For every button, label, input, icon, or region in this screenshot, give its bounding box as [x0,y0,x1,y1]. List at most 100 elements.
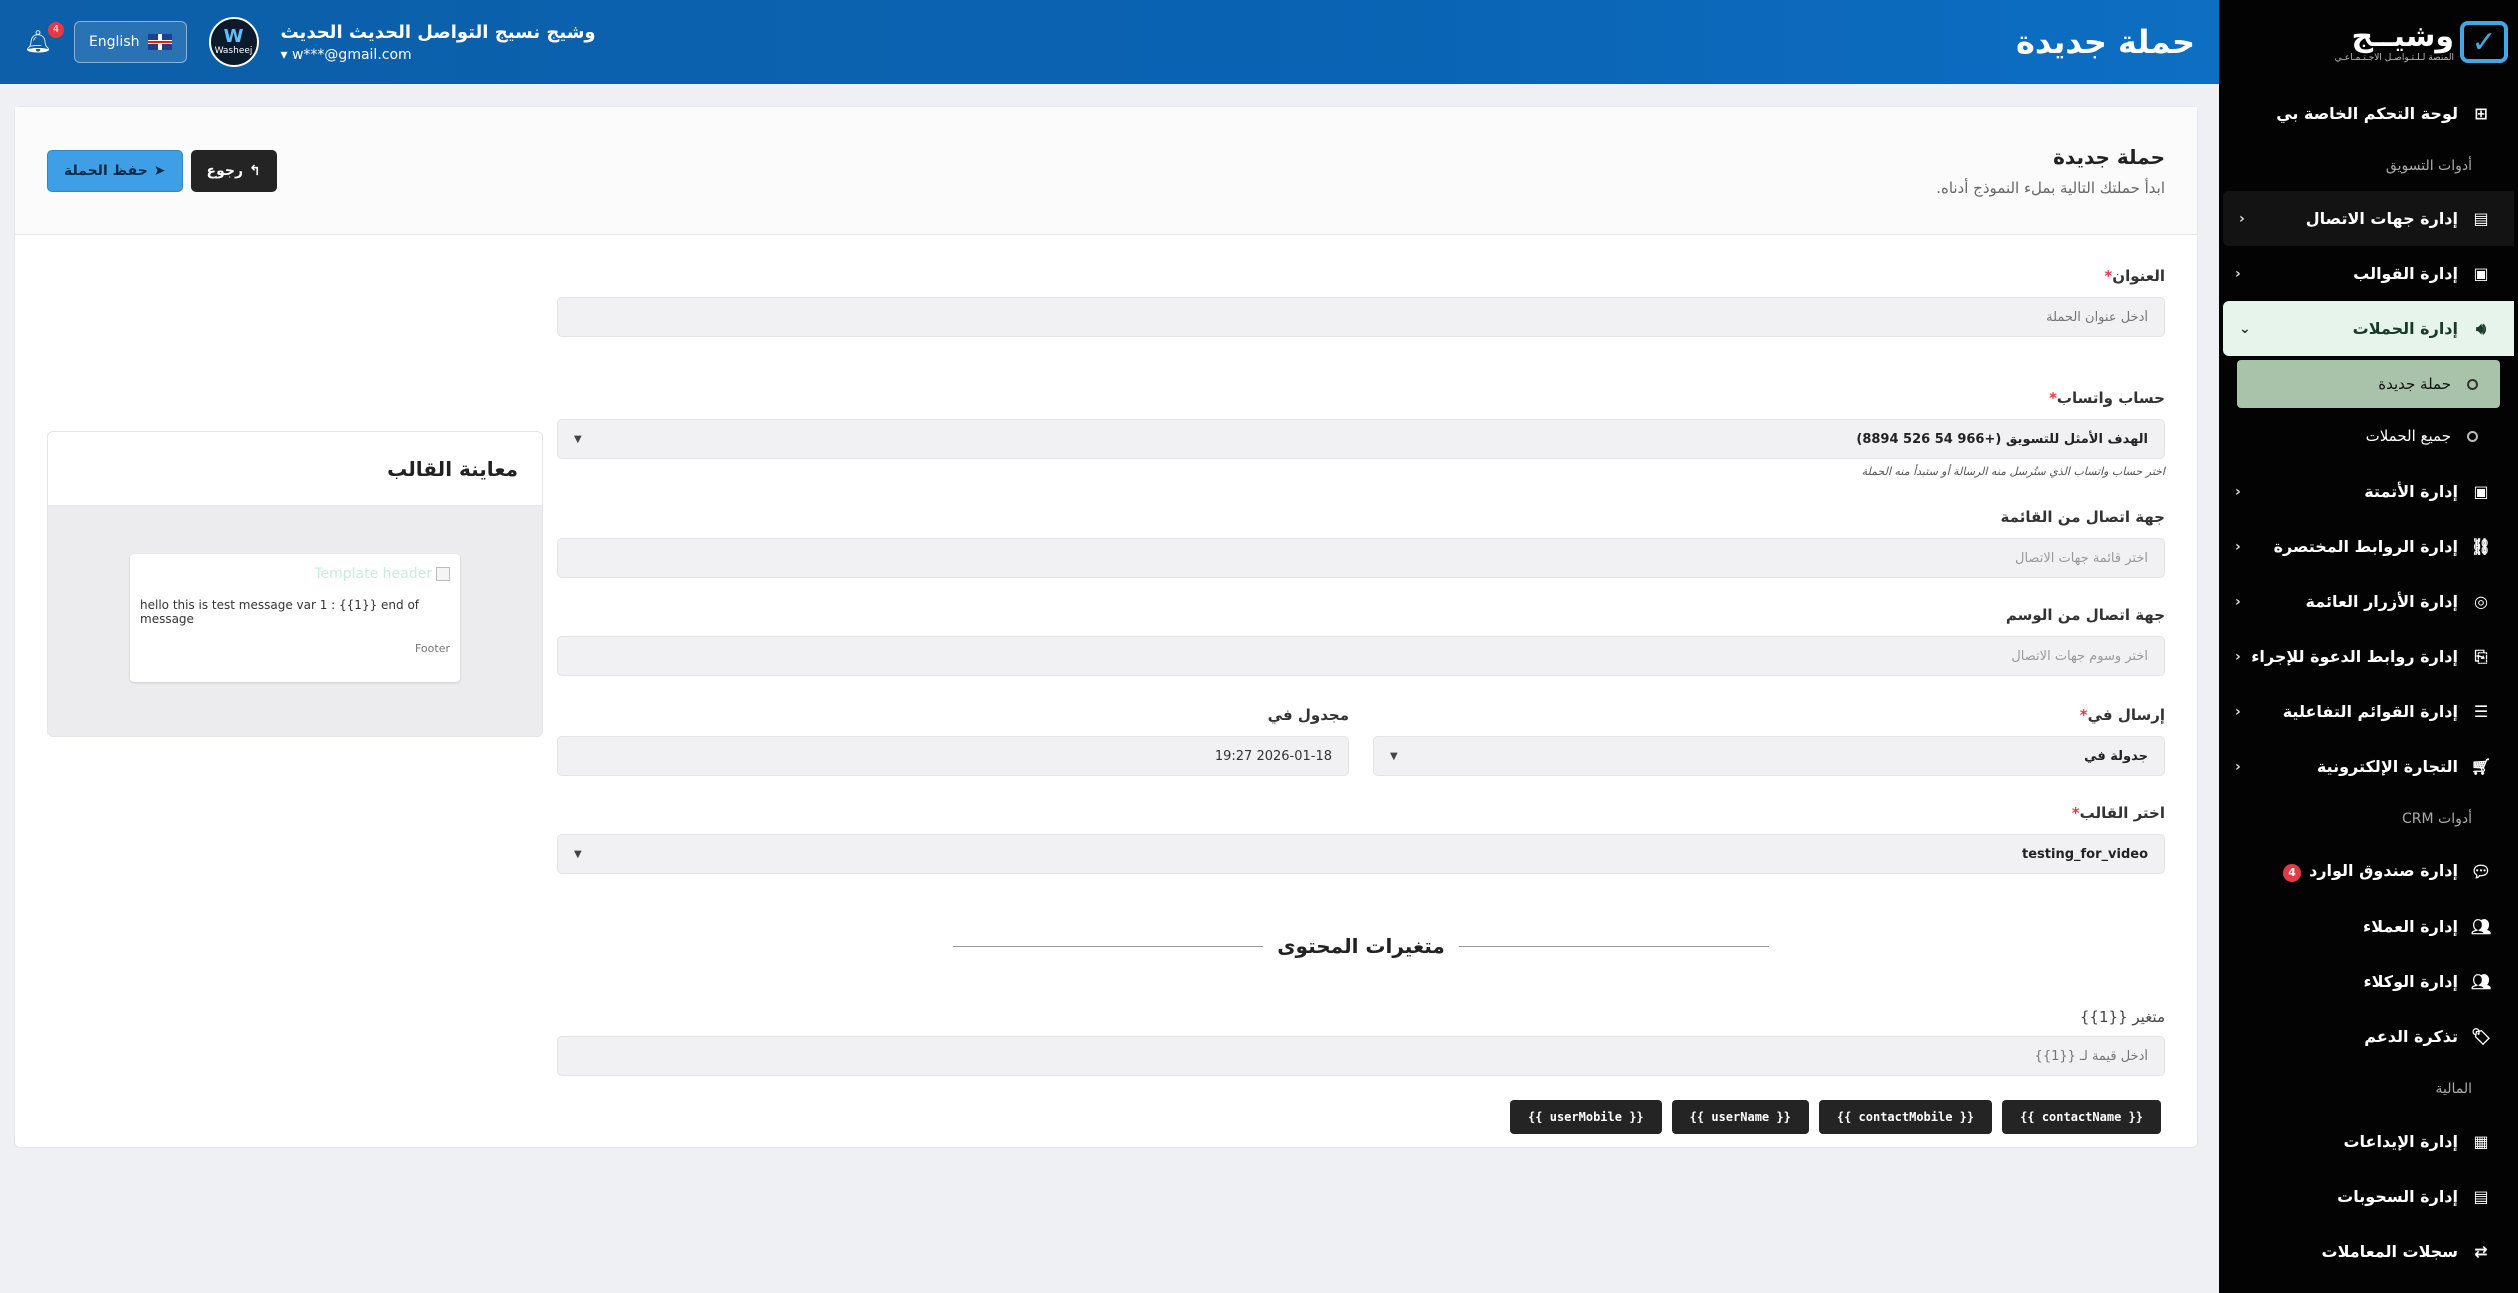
whatsapp-account-select[interactable]: الهدف الأمثل للتسويق (+966 54 526 8894) … [557,419,2165,459]
users-icon: 👥︎ [2470,917,2492,936]
money-icon: ▦ [2473,1132,2489,1151]
paperclip-icon: ⎘ [2474,646,2488,666]
wallet-icon: ▤ [2473,1187,2489,1206]
dashboard-icon: ⊞ [2474,104,2488,123]
megaphone-icon: 🔊︎ [2475,318,2487,338]
contact-tag-field: جهة اتصال من الوسم اختر وسوم جهات الاتصا… [557,606,2165,676]
tag-contact-name[interactable]: {{ contactName }} [2002,1100,2161,1134]
preview-title: معاينة القالب [387,456,518,481]
exchange-icon: ⇄ [2474,1242,2488,1261]
chevron-left-icon: ‹ [2235,265,2241,282]
template-icon: ▣ [2473,264,2489,283]
agents-icon: 👥︎ [2470,972,2492,991]
sidebar-subitem-all-campaigns[interactable]: جميع الحملات [2237,412,2500,460]
variable-tags: {{ contactName }} {{ contactMobile }} {{… [557,1100,2165,1134]
content-variables-title: متغيرات المحتوى [1277,934,1445,958]
chevron-left-icon: ‹ [2235,593,2241,610]
scheduled-at-input[interactable]: 2026-01-18 19:27 [557,736,1349,776]
avatar-logo-icon: W [223,26,244,47]
tag-user-mobile[interactable]: {{ userMobile }} [1510,1100,1662,1134]
dropdown-caret-icon: ▼ [1390,750,1398,762]
logo-text: وشيــج [2351,19,2454,54]
avatar[interactable]: W Washeej [208,17,259,67]
whatsapp-icon: ◎ [2474,592,2488,611]
sidebar-subitem-new-campaign[interactable]: حملة جديدة [2237,360,2500,408]
title-input[interactable] [557,297,2165,337]
contact-card-icon: ▤ [2473,209,2489,228]
sidebar-item-transactions[interactable]: ⇄ سجلات المعاملات [2219,1224,2514,1279]
title-label: العنوان* [2104,267,2165,285]
back-button[interactable]: ↰ رجوع [190,149,277,192]
bubble-body: hello this is test message var 1 : {{1}}… [140,598,420,626]
sidebar-item-short-links[interactable]: ⛓︎ إدارة الروابط المختصرة ‹ [2219,519,2514,574]
sidebar-item-agents[interactable]: 👥︎ إدارة الوكلاء [2219,954,2514,1009]
tag-contact-mobile[interactable]: {{ contactMobile }} [1818,1100,1993,1134]
campaign-form: العنوان* حساب واتساب* الهدف الأمثل للتسو… [557,267,2165,1134]
template-select[interactable]: testing_for_video ▼ [557,834,2165,874]
sidebar-item-ecommerce[interactable]: 🛒︎ التجارة الإلكترونية ‹ [2219,739,2514,794]
top-header: حملة جديدة وشيج نسيج التواصل الحديث الحد… [0,0,2219,84]
scheduled-at-field: مجدول في 2026-01-18 19:27 [557,706,1349,776]
chevron-left-icon: ‹ [2235,758,2241,775]
language-switch-button[interactable]: English [73,21,187,63]
circle-icon [2467,430,2478,442]
notifications-button[interactable]: 🔔︎ 4 [24,21,64,55]
send-in-select[interactable]: جدولة في ▼ [1373,736,2165,776]
dropdown-caret-icon: ▼ [574,433,582,445]
sidebar-item-withdrawals[interactable]: ▤ إدارة السحوبات [2219,1169,2514,1224]
sidebar-item-inbox[interactable]: 💬︎ إدارة صندوق الوارد4 [2219,844,2514,899]
section-label-crm: أدوات CRM [2402,811,2472,827]
sidebar-item-cta-links[interactable]: ⎘ إدارة روابط الدعوة للإجراء ‹ [2219,629,2514,684]
sidebar-item-interactive-lists[interactable]: ☰ إدارة القوائم التفاعلية ‹ [2219,684,2514,739]
broken-image-icon [436,567,450,581]
title-field: العنوان* [557,267,2165,337]
chevron-left-icon: ‹ [2235,483,2241,500]
sidebar-item-templates[interactable]: ▣ إدارة القوالب ‹ [2219,246,2514,301]
sidebar-item-dashboard[interactable]: ⊞ لوحة التحكم الخاصة بي [2219,86,2514,141]
sidebar-item-support[interactable]: 🏷︎ تذكرة الدعم [2219,1009,2514,1064]
section-label-finance: المالية [2435,1081,2472,1097]
sidebar-item-floating-buttons[interactable]: ◎ إدارة الأزرار العائمة ‹ [2219,574,2514,629]
bubble-footer: Footer [415,642,450,655]
sidebar-item-campaigns[interactable]: 🔊︎ إدارة الحملات ⌄ [2223,301,2514,356]
ticket-icon: 🏷︎ [2470,1027,2492,1046]
whatsapp-field: حساب واتساب* الهدف الأمثل للتسويق (+966 … [557,389,2165,478]
variable-1-label: متغير {{1}} [2079,1008,2165,1026]
chevron-down-icon: ⌄ [2239,320,2251,337]
template-field: اختر القالب* testing_for_video ▼ [557,804,2165,874]
whatsapp-hint: اختر حساب واتساب الذي ستُرسل منه الرسالة… [1861,465,2165,478]
chevron-left-icon: ‹ [2235,538,2241,555]
template-preview: معاينة القالب Template header hello this… [47,431,543,737]
sidebar-item-contacts[interactable]: ▤ إدارة جهات الاتصال ‹ [2223,191,2514,246]
contact-list-select[interactable]: اختر قائمة جهات الاتصال [557,538,2165,578]
contact-tag-select[interactable]: اختر وسوم جهات الاتصال [557,636,2165,676]
preview-chat-background: Template header hello this is test messa… [48,506,542,736]
dropdown-caret-icon: ▼ [574,848,582,860]
contact-tag-label: جهة اتصال من الوسم [2005,606,2165,624]
sidebar-item-deposits[interactable]: ▦ إدارة الإيداعات [2219,1114,2514,1169]
list-icon: ☰ [2473,702,2489,721]
logo[interactable]: ✓ وشيــج المنصة لـلـتـواصـل الاجـتـمـاعـ… [2219,0,2518,84]
whatsapp-label: حساب واتساب* [2049,389,2165,407]
variable-1-input[interactable] [557,1036,2165,1076]
notification-count-badge: 4 [47,21,64,38]
save-campaign-button[interactable]: ➤ حفظ الحملة [47,149,183,192]
sidebar-item-automation[interactable]: ▣ إدارة الأتمتة ‹ [2219,464,2514,519]
card-header: حملة جديدة ابدأ حملتك التالية بملء النمو… [15,107,2197,235]
chevron-left-icon: ‹ [2239,210,2245,227]
user-name: وشيج نسيج التواصل الحديث الحديث [280,21,596,43]
card-title: حملة جديدة [2053,144,2165,169]
section-label-marketing: أدوات التسويق [2385,158,2472,174]
tag-user-name[interactable]: {{ userName }} [1671,1100,1809,1134]
chevron-left-icon: ‹ [2235,648,2241,665]
variable-1-field: متغير {{1}} [557,1008,2165,1076]
card-subtitle: ابدأ حملتك التالية بملء النموذج أدناه. [1936,178,2165,197]
schedule-row: إرسال في* جدولة في ▼ مجدول في 2026-01-18… [557,706,2165,776]
sidebar-item-customers[interactable]: 👥︎ إدارة العملاء [2219,899,2514,954]
send-in-field: إرسال في* جدولة في ▼ [1373,706,2165,776]
sidebar: ✓ وشيــج المنصة لـلـتـواصـل الاجـتـمـاعـ… [2219,0,2518,1293]
template-label: اختر القالب* [2071,804,2165,822]
uk-flag-icon [147,34,172,50]
contact-list-label: جهة اتصال من القائمة [2000,508,2165,526]
user-menu[interactable]: وشيج نسيج التواصل الحديث الحديث w***@gma… [281,22,596,63]
